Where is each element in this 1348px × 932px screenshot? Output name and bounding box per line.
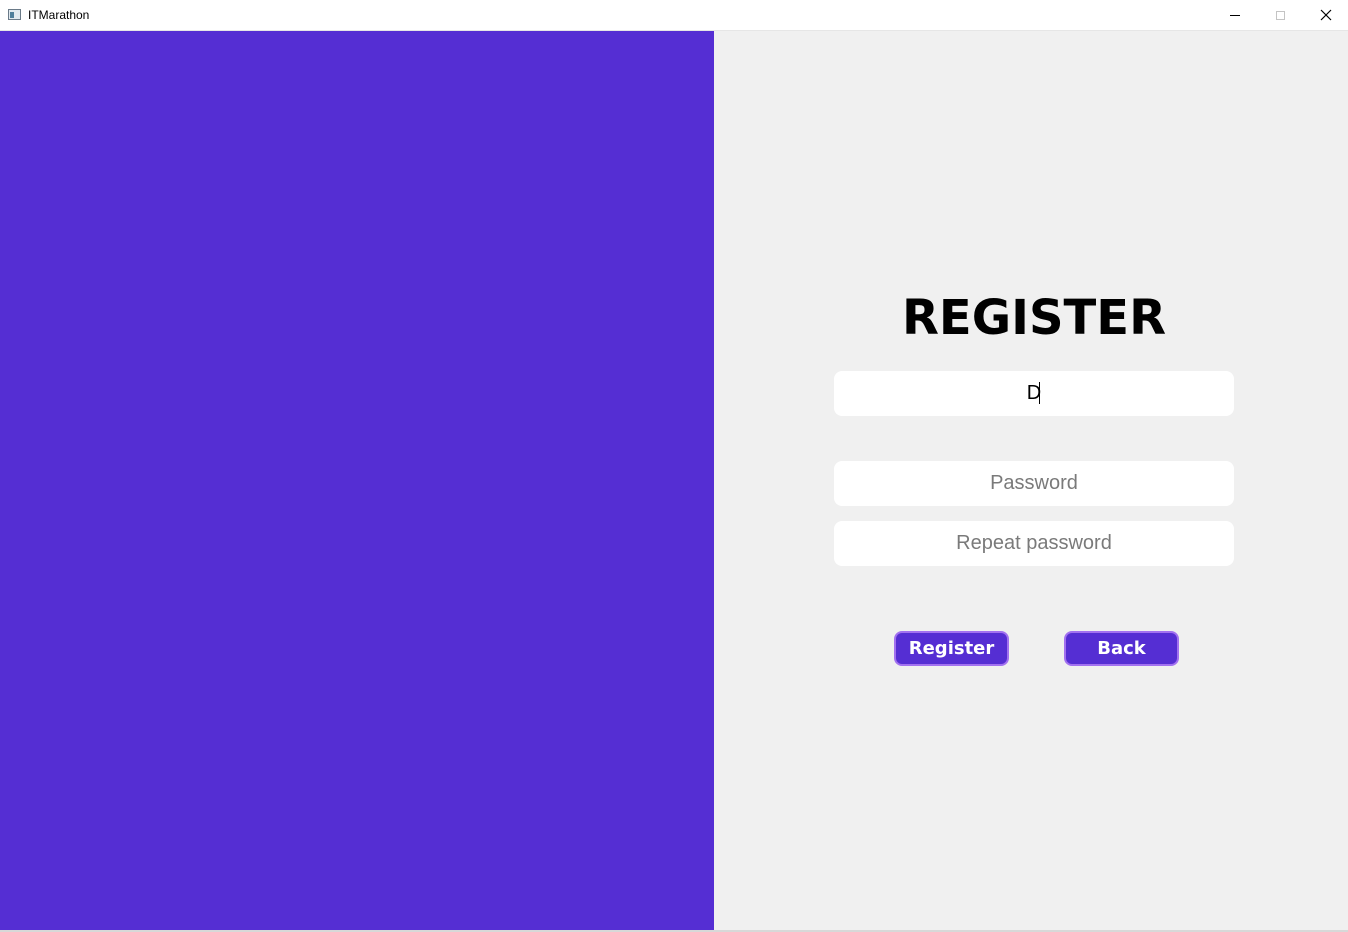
close-icon <box>1320 9 1332 21</box>
maximize-icon <box>1275 10 1285 20</box>
register-button[interactable]: Register <box>894 631 1009 666</box>
minimize-icon <box>1230 14 1240 16</box>
text-caret <box>1039 382 1040 404</box>
repeat-password-field[interactable] <box>834 521 1234 566</box>
close-button[interactable] <box>1303 0 1348 30</box>
accent-side-panel <box>0 31 714 930</box>
window-title: ITMarathon <box>28 8 90 22</box>
maximize-button[interactable] <box>1257 0 1303 30</box>
back-button[interactable]: Back <box>1064 631 1179 666</box>
register-heading: REGISTER <box>901 290 1167 346</box>
app-window-icon <box>8 9 21 20</box>
minimize-button[interactable] <box>1212 0 1258 30</box>
username-field[interactable] <box>834 371 1234 416</box>
password-field[interactable] <box>834 461 1234 506</box>
app-window: ITMarathon REGISTER Register Back <box>0 0 1348 932</box>
title-bar[interactable]: ITMarathon <box>0 0 1348 31</box>
